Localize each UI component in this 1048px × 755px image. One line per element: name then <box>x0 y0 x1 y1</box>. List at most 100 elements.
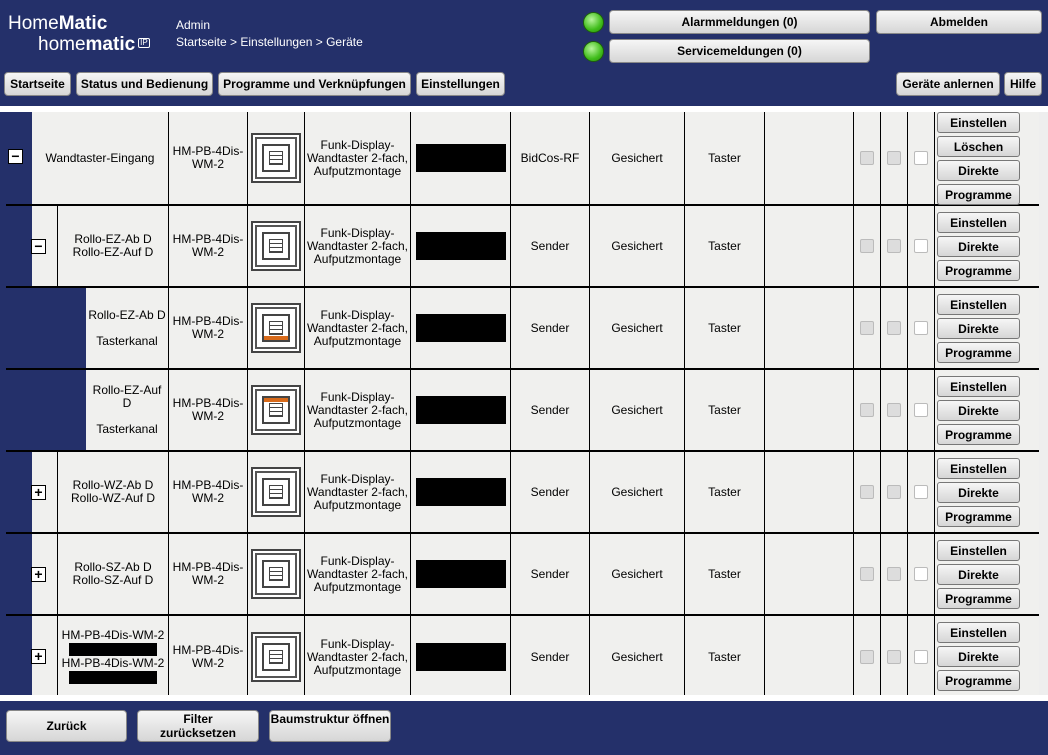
checkbox-3[interactable] <box>908 370 935 450</box>
category: Taster <box>685 112 765 204</box>
checkbox-2[interactable] <box>881 616 908 695</box>
wall-switch-icon <box>251 221 301 271</box>
checkbox-2[interactable] <box>881 452 908 532</box>
table-row[interactable]: Wandtaster-Eingang − HM-PB-4Dis-WM-2 Fun… <box>6 112 1039 206</box>
checkbox-2[interactable] <box>881 206 908 286</box>
device-type: HM-PB-4Dis-WM-2 <box>169 112 248 204</box>
breadcrumb: Startseite > Einstellungen > Geräte <box>176 35 363 49</box>
checkbox-3[interactable] <box>908 452 935 532</box>
programs-button[interactable]: Programme <box>937 588 1020 609</box>
table-row[interactable]: + HM-PB-4Dis-WM-2 HM-PB-4Dis-WM-2 HM-PB-4… <box>6 616 1039 695</box>
checkbox-2[interactable] <box>881 288 908 368</box>
back-button[interactable]: Zurück <box>6 710 127 742</box>
interface: Sender <box>511 288 590 368</box>
settings-button[interactable]: Einstellen <box>937 622 1020 643</box>
checkbox-1[interactable] <box>854 112 881 204</box>
direct-links-button[interactable]: Direkte <box>937 400 1020 421</box>
checkbox-1[interactable] <box>854 534 881 614</box>
settings-button[interactable]: Einstellen <box>937 294 1020 315</box>
checkbox-1[interactable] <box>854 616 881 695</box>
service-messages-button[interactable]: Servicemeldungen (0) <box>609 39 870 63</box>
collapse-toggle-icon[interactable]: − <box>31 239 46 254</box>
checkbox-3[interactable] <box>908 288 935 368</box>
wall-switch-icon <box>251 549 301 599</box>
device-type: HM-PB-4Dis-WM-2 <box>169 206 248 286</box>
user-name: Admin <box>176 18 211 32</box>
device-type: HM-PB-4Dis-WM-2 <box>169 452 248 532</box>
help-button[interactable]: Hilfe <box>1004 72 1042 96</box>
room-function <box>765 288 854 368</box>
checkbox-3[interactable] <box>908 206 935 286</box>
device-image <box>248 206 305 286</box>
open-tree-button[interactable]: Baumstruktur öffnen <box>269 710 391 742</box>
programs-button[interactable]: Programme <box>937 670 1020 691</box>
service-status-led-icon <box>583 41 604 62</box>
vertical-scrollbar[interactable] <box>1039 112 1048 695</box>
settings-button[interactable]: Einstellen <box>937 376 1020 397</box>
direct-links-button[interactable]: Direkte <box>937 482 1020 503</box>
table-row[interactable]: Rollo-EZ-Ab D Tasterkanal HM-PB-4Dis-WM-2… <box>6 288 1039 370</box>
checkbox-1[interactable] <box>854 370 881 450</box>
direct-links-button[interactable]: Direkte <box>937 564 1020 585</box>
nav-programme-und-verknuepfungen[interactable]: Programme und Verknüpfungen <box>218 72 411 96</box>
table-row[interactable]: − Rollo-EZ-Ab D Rollo-EZ-Auf D HM-PB-4Dis… <box>6 206 1039 288</box>
direct-links-button[interactable]: Direkte <box>937 236 1020 257</box>
device-name: Rollo-EZ-Ab D Tasterkanal <box>86 288 169 368</box>
room-function <box>765 616 854 695</box>
direct-links-button[interactable]: Direkte <box>937 160 1020 181</box>
checkbox-1[interactable] <box>854 452 881 532</box>
nav-status-und-bedienung[interactable]: Status und Bedienung <box>76 72 213 96</box>
table-row[interactable]: Rollo-EZ-Auf D Tasterkanal HM-PB-4Dis-WM-… <box>6 370 1039 452</box>
settings-button[interactable]: Einstellen <box>937 540 1020 561</box>
direct-links-button[interactable]: Direkte <box>937 318 1020 339</box>
interface: Sender <box>511 616 590 695</box>
checkbox-2[interactable] <box>881 370 908 450</box>
programs-button[interactable]: Programme <box>937 184 1020 205</box>
alarm-messages-button[interactable]: Alarmmeldungen (0) <box>609 10 870 34</box>
room-function <box>765 370 854 450</box>
expand-toggle-icon[interactable]: + <box>31 649 46 664</box>
wall-switch-channel-icon <box>251 385 301 435</box>
device-table: Wandtaster-Eingang − HM-PB-4Dis-WM-2 Fun… <box>6 112 1039 695</box>
programs-button[interactable]: Programme <box>937 342 1020 363</box>
checkbox-3[interactable] <box>908 616 935 695</box>
logout-button[interactable]: Abmelden <box>876 10 1042 34</box>
table-row[interactable]: + Rollo-SZ-Ab D Rollo-SZ-Auf D HM-PB-4Dis… <box>6 534 1039 616</box>
teach-in-devices-button[interactable]: Geräte anlernen <box>896 72 1000 96</box>
expand-toggle-icon[interactable]: + <box>31 567 46 582</box>
serial-number <box>411 112 511 204</box>
checkbox-3[interactable] <box>908 534 935 614</box>
delete-button[interactable]: Löschen <box>937 136 1020 157</box>
serial-number <box>411 616 511 695</box>
nav-startseite[interactable]: Startseite <box>4 72 71 96</box>
checkbox-2[interactable] <box>881 112 908 204</box>
direct-links-button[interactable]: Direkte <box>937 646 1020 667</box>
checkbox-3[interactable] <box>908 112 935 204</box>
transmission-mode: Gesichert <box>590 370 685 450</box>
nav-einstellungen[interactable]: Einstellungen <box>416 72 505 96</box>
programs-button[interactable]: Programme <box>937 506 1020 527</box>
transmission-mode: Gesichert <box>590 616 685 695</box>
table-row[interactable]: + Rollo-WZ-Ab D Rollo-WZ-Auf D HM-PB-4Dis… <box>6 452 1039 534</box>
serial-number <box>411 370 511 450</box>
programs-button[interactable]: Programme <box>937 260 1020 281</box>
checkbox-1[interactable] <box>854 288 881 368</box>
transmission-mode: Gesichert <box>590 452 685 532</box>
settings-button[interactable]: Einstellen <box>937 212 1020 233</box>
programs-button[interactable]: Programme <box>937 424 1020 445</box>
interface: Sender <box>511 452 590 532</box>
collapse-toggle-icon[interactable]: − <box>8 149 23 164</box>
expand-toggle-icon[interactable]: + <box>31 485 46 500</box>
device-image <box>248 288 305 368</box>
settings-button[interactable]: Einstellen <box>937 112 1020 133</box>
device-description: Funk-Display-Wandtaster 2-fach, Aufputzm… <box>305 616 411 695</box>
wall-switch-channel-icon <box>251 303 301 353</box>
checkbox-2[interactable] <box>881 534 908 614</box>
device-description: Funk-Display-Wandtaster 2-fach, Aufputzm… <box>305 452 411 532</box>
checkbox-1[interactable] <box>854 206 881 286</box>
homematic-logo: HomeMatic homematic IP <box>8 13 150 55</box>
reset-filter-button[interactable]: Filter zurücksetzen <box>137 710 259 742</box>
category: Taster <box>685 288 765 368</box>
settings-button[interactable]: Einstellen <box>937 458 1020 479</box>
device-description: Funk-Display-Wandtaster 2-fach, Aufputzm… <box>305 206 411 286</box>
